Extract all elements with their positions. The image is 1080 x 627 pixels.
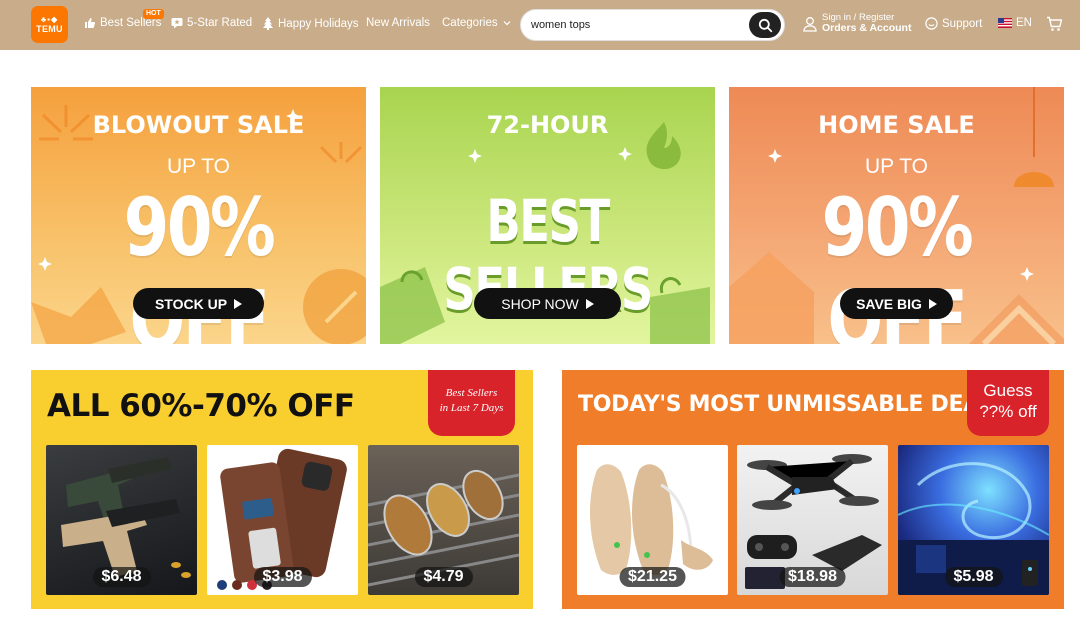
nav-categories[interactable]: Categories bbox=[442, 17, 512, 29]
nav-label: 5-Star Rated bbox=[187, 17, 253, 29]
star-chat-icon bbox=[171, 18, 183, 29]
account-orders-label: Orders & Account bbox=[822, 22, 912, 34]
product-price: $21.25 bbox=[619, 567, 686, 587]
promo-subheadline: UP TO bbox=[864, 155, 929, 178]
top-navigation-bar: ♣▪◆ TEMU Best Sellers HOT 5-Star Rated H… bbox=[0, 0, 1080, 50]
nav-label: Happy Holidays bbox=[278, 17, 359, 30]
shop-now-button[interactable]: SHOP NOW bbox=[474, 288, 621, 319]
section-title: ALL 60%-70% OFF bbox=[47, 388, 355, 424]
chevron-down-icon bbox=[503, 21, 511, 26]
search-bar bbox=[520, 9, 785, 41]
promo-banner-home-sale[interactable]: HOME SALE UP TO 90% OFF SAVE BIG bbox=[729, 87, 1064, 344]
support-link[interactable]: Support bbox=[925, 17, 982, 30]
tree-icon bbox=[263, 17, 273, 30]
stock-up-button[interactable]: STOCK UP bbox=[133, 288, 264, 319]
ribbon-line: ??% off bbox=[979, 402, 1037, 421]
nav-new-arrivals[interactable]: New Arrivals bbox=[366, 17, 430, 29]
play-icon bbox=[234, 298, 243, 309]
section-title: TODAY'S MOST UNMISSABLE DEAL bbox=[578, 392, 994, 417]
search-icon bbox=[758, 18, 772, 32]
product-price: $3.98 bbox=[253, 567, 312, 587]
product-price: $5.98 bbox=[944, 567, 1003, 587]
promo-headline: BLOWOUT SALE bbox=[92, 111, 305, 139]
nav-happy-holidays[interactable]: Happy Holidays bbox=[262, 17, 359, 30]
cart-button[interactable] bbox=[1046, 16, 1063, 37]
support-icon bbox=[925, 17, 938, 30]
promo-discount: 90% OFF bbox=[123, 181, 276, 344]
language-selector[interactable]: EN bbox=[998, 17, 1032, 29]
search-input[interactable] bbox=[531, 16, 741, 34]
ribbon-line: Guess bbox=[983, 381, 1033, 400]
promo-banner-blowout-sale[interactable]: BLOWOUT SALE UP TO 90% OFF STOCK UP bbox=[31, 87, 366, 344]
product-price: $18.98 bbox=[779, 567, 846, 587]
ribbon-line: Best Sellers bbox=[445, 387, 498, 399]
user-icon bbox=[803, 17, 817, 32]
product-card[interactable]: $21.25 bbox=[577, 445, 728, 595]
nav-label: New Arrivals bbox=[366, 17, 430, 29]
promo-discount: 90% OFF bbox=[821, 181, 974, 344]
product-card[interactable]: $4.79 bbox=[368, 445, 519, 595]
promo-headline: HOME SALE bbox=[818, 111, 975, 139]
play-icon bbox=[585, 298, 594, 309]
temu-logo[interactable]: ♣▪◆ TEMU bbox=[31, 6, 68, 43]
nav-5-star-rated[interactable]: 5-Star Rated bbox=[171, 17, 252, 29]
thumbs-up-icon bbox=[85, 18, 96, 28]
logo-glyphs: ♣▪◆ bbox=[40, 14, 59, 24]
us-flag-icon bbox=[998, 18, 1012, 28]
logo-text: TEMU bbox=[36, 23, 63, 34]
deal-section-60-70-off: ALL 60%-70% OFF Best Sellers in Last 7 D… bbox=[31, 370, 533, 609]
guess-discount-ribbon: Guess ??% off bbox=[967, 370, 1049, 436]
button-label: SAVE BIG bbox=[856, 295, 922, 312]
product-card[interactable]: $3.98 bbox=[207, 445, 358, 595]
support-label: Support bbox=[942, 17, 983, 30]
account-menu[interactable]: Sign in / Register Orders & Account bbox=[803, 12, 911, 34]
language-label: EN bbox=[1016, 17, 1032, 29]
product-price: $4.79 bbox=[414, 567, 473, 587]
search-button[interactable] bbox=[749, 12, 781, 38]
play-icon bbox=[928, 298, 937, 309]
promo-banner-best-sellers[interactable]: 72-HOUR BEST SELLERS SHOP NOW bbox=[380, 87, 715, 344]
deal-section-unmissable: TODAY'S MOST UNMISSABLE DEAL Guess ??% o… bbox=[562, 370, 1064, 609]
best-sellers-ribbon: Best Sellers in Last 7 Days bbox=[428, 370, 515, 436]
product-card[interactable]: $6.48 bbox=[46, 445, 197, 595]
cart-icon bbox=[1047, 16, 1063, 31]
ribbon-line: in Last 7 Days bbox=[439, 402, 504, 414]
save-big-button[interactable]: SAVE BIG bbox=[840, 288, 953, 319]
button-label: STOCK UP bbox=[154, 295, 228, 312]
product-card[interactable]: $5.98 bbox=[898, 445, 1049, 595]
product-price: $6.48 bbox=[92, 567, 151, 587]
hot-badge: HOT bbox=[143, 9, 164, 19]
promo-headline: 72-HOUR bbox=[486, 111, 609, 139]
nav-label: Categories bbox=[442, 17, 498, 29]
promo-subheadline: UP TO bbox=[166, 155, 231, 178]
product-card[interactable]: $18.98 bbox=[737, 445, 888, 595]
button-label: SHOP NOW bbox=[501, 295, 579, 312]
